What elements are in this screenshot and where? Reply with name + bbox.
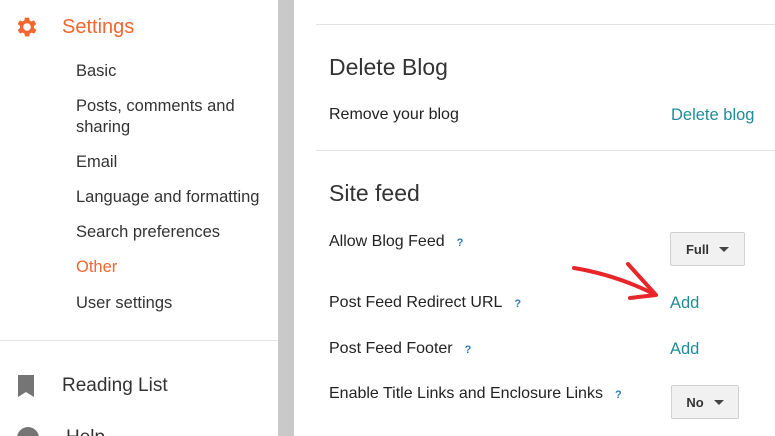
title-links-dropdown[interactable]: No (671, 385, 739, 419)
sidebar-item-other[interactable]: Other (76, 256, 117, 278)
bookmark-icon (18, 375, 34, 397)
section-divider (316, 24, 775, 25)
post-feed-footer-row: Post Feed Footer? (329, 340, 471, 358)
help-question-icon[interactable]: ? (514, 298, 521, 310)
post-feed-redirect-label: Post Feed Redirect URL (329, 294, 503, 311)
help-label: Help (66, 427, 105, 436)
delete-blog-link[interactable]: Delete blog (671, 106, 754, 125)
sidebar-divider (0, 340, 278, 341)
settings-label: Settings (62, 15, 135, 38)
sidebar-item-reading-list[interactable]: Reading List (16, 372, 168, 400)
red-arrow-annotation (572, 262, 658, 300)
title-links-label: Enable Title Links and Enclosure Links (329, 385, 603, 402)
help-question-icon[interactable]: ? (465, 344, 472, 356)
title-links-value: No (686, 394, 704, 410)
post-feed-redirect-row: Post Feed Redirect URL? (329, 294, 521, 312)
post-feed-footer-add-link[interactable]: Add (670, 340, 699, 359)
help-question-icon[interactable]: ? (615, 389, 622, 401)
sidebar-item-posts-comments[interactable]: Posts, comments and (76, 95, 235, 117)
site-feed-heading: Site feed (329, 180, 420, 206)
sidebar-item-search-preferences[interactable]: Search preferences (76, 221, 220, 243)
reading-list-label: Reading List (62, 375, 168, 396)
allow-blog-feed-value: Full (685, 241, 710, 257)
allow-blog-feed-row: Allow Blog Feed? (329, 233, 463, 251)
caret-down-icon (719, 246, 730, 252)
sidebar: Settings Basic Posts, comments and shari… (0, 0, 278, 436)
gear-icon (17, 17, 37, 37)
sidebar-item-sharing[interactable]: sharing (76, 116, 130, 138)
post-feed-footer-label: Post Feed Footer (329, 340, 453, 357)
sidebar-item-help[interactable]: Help (16, 424, 105, 436)
sidebar-item-language-formatting[interactable]: Language and formatting (76, 186, 259, 208)
sidebar-item-user-settings[interactable]: User settings (76, 292, 172, 314)
caret-down-icon (713, 399, 724, 405)
help-circle-icon (17, 427, 39, 436)
title-links-row: Enable Title Links and Enclosure Links? (329, 385, 622, 403)
delete-blog-heading: Delete Blog (329, 54, 448, 80)
sidebar-item-settings[interactable]: Settings (14, 12, 134, 42)
help-question-icon[interactable]: ? (457, 237, 464, 249)
allow-blog-feed-label: Allow Blog Feed (329, 233, 445, 250)
post-feed-redirect-add-link[interactable]: Add (670, 294, 699, 313)
sidebar-item-email[interactable]: Email (76, 151, 117, 173)
remove-blog-label: Remove your blog (329, 106, 459, 123)
section-divider (316, 150, 775, 151)
sidebar-scrollbar[interactable] (278, 0, 294, 436)
sidebar-item-basic[interactable]: Basic (76, 60, 116, 82)
allow-blog-feed-dropdown[interactable]: Full (670, 232, 745, 266)
